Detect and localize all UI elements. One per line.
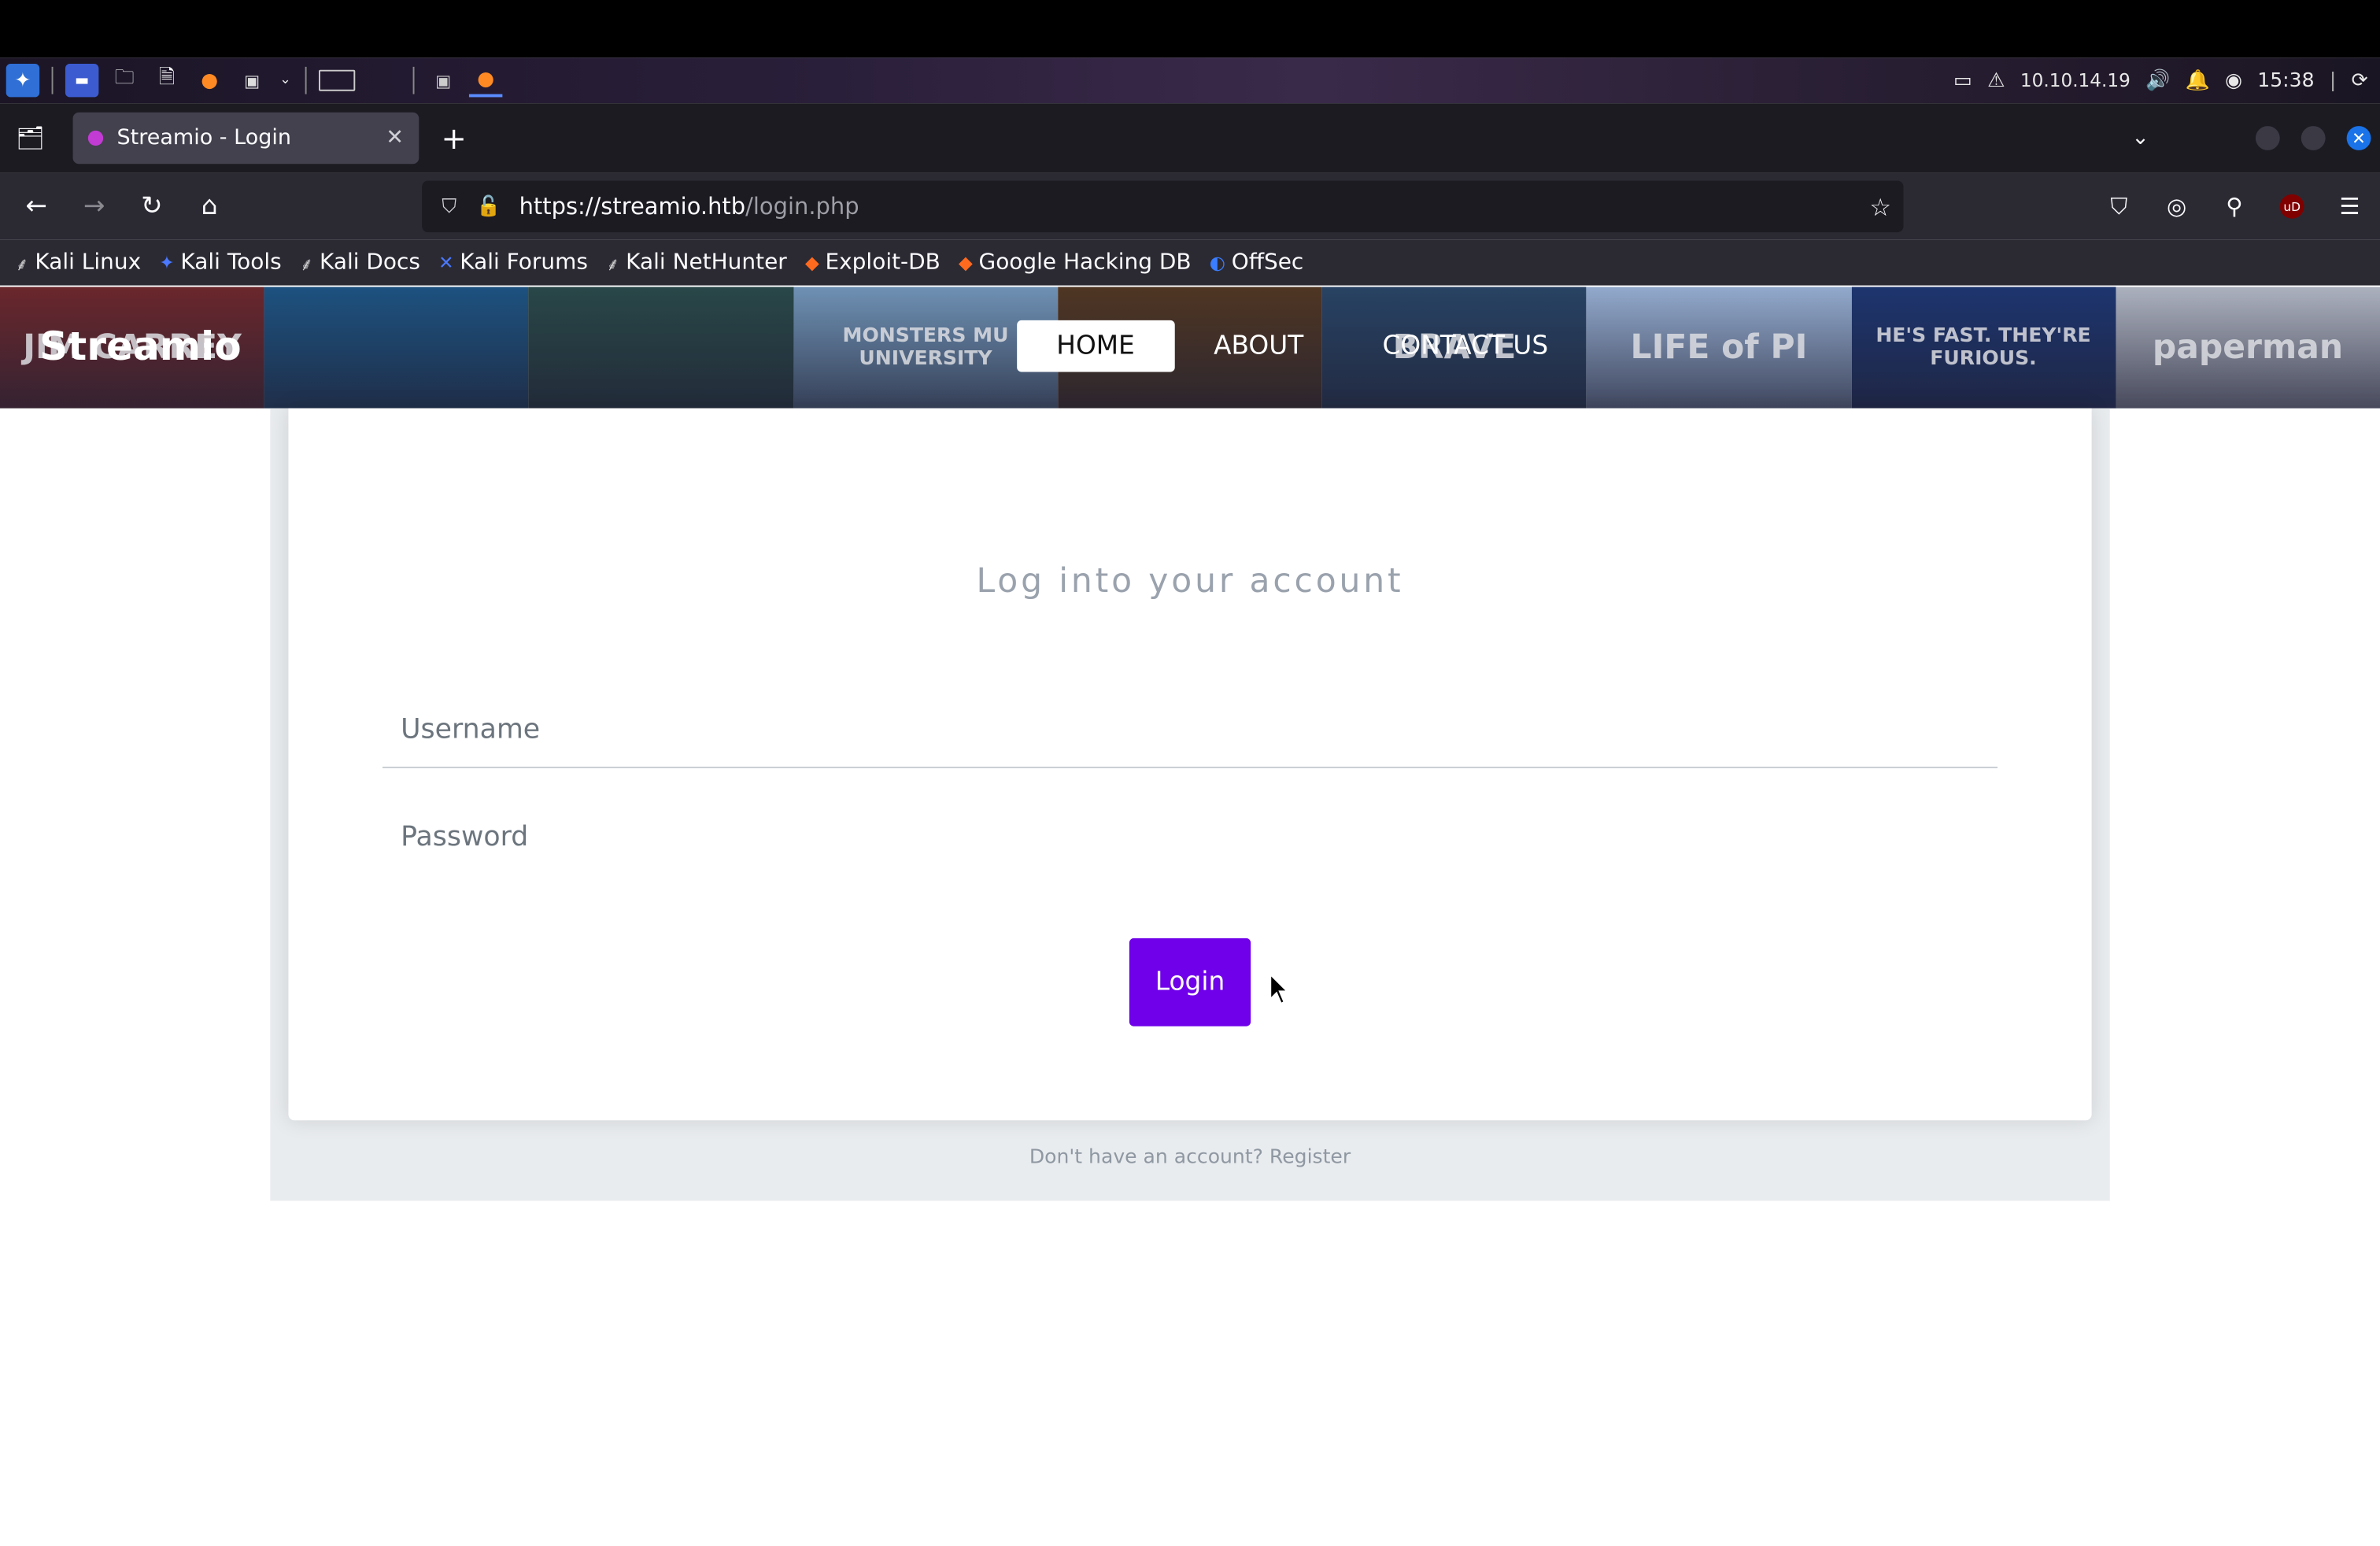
panel-separator [305, 66, 307, 94]
mouse-cursor-icon [1269, 973, 1289, 1005]
site-nav: HOME ABOUT CONTACT US [1017, 320, 1587, 372]
chevron-down-icon[interactable]: ⌄ [278, 64, 293, 97]
pocket-icon[interactable]: ⛉ [2101, 188, 2137, 224]
tracking-protection-icon[interactable]: ⛉ [434, 195, 465, 218]
url-text[interactable]: https://streamio.htb/login.php [519, 193, 859, 220]
bookmark-label: Kali Forums [460, 250, 588, 276]
ip-address: 10.10.14.19 [2020, 69, 2131, 91]
offsec-icon: ◐ [1209, 252, 1225, 274]
streamio-favicon-icon [87, 130, 104, 146]
ublock-origin-icon[interactable]: uD [2274, 188, 2310, 224]
desktop-icon[interactable]: ▬ [65, 64, 99, 98]
tab-strip: 🗂 Streamio - Login ✕ + ⌄ ✕ [0, 103, 2380, 173]
register-prompt[interactable]: Don't have an account? Register [270, 1146, 2109, 1169]
kali-menu-icon[interactable]: ✦ [6, 64, 40, 98]
bookmark-label: Kali Linux [35, 250, 142, 276]
firefox-view-icon[interactable]: 🗂 [0, 103, 61, 173]
workspace-1-icon[interactable] [319, 69, 356, 91]
volume-icon[interactable]: 🔊 [2145, 69, 2170, 92]
username-input[interactable] [382, 692, 1998, 768]
file-manager-icon[interactable]: 🗀 [108, 64, 141, 97]
account-icon[interactable]: ◎ [2158, 188, 2194, 224]
home-button[interactable]: ⌂ [182, 179, 236, 234]
kali-forums-icon: ✕ [438, 252, 454, 274]
tab-title: Streamio - Login [116, 126, 291, 150]
back-button[interactable]: ← [9, 179, 64, 234]
nav-contact-us[interactable]: CONTACT US [1343, 320, 1587, 372]
kali-dragon-icon: ⸙ [299, 253, 314, 275]
kali-dragon-icon: ⸙ [606, 253, 620, 275]
password-input[interactable] [382, 798, 1998, 875]
bookmark-item[interactable]: ◆ Exploit-DB [805, 250, 941, 275]
terminal-window-icon[interactable]: ▣ [427, 64, 460, 97]
kali-tools-icon: ✦ [159, 252, 175, 274]
reload-button[interactable]: ↻ [124, 179, 179, 234]
terminal-icon[interactable]: ▣ [235, 64, 268, 97]
system-panel: ✦ ▬ 🗀 🗎 ● ▣ ⌄ ▣ ● ▭ ⚠ 10.10.14.19 🔊 🔔 ◉ … [0, 57, 2380, 104]
bookmark-item[interactable]: ◐ OffSec [1210, 250, 1304, 275]
bookmark-label: Kali NetHunter [626, 250, 787, 276]
exploit-db-icon: ◆ [804, 252, 819, 274]
bookmark-label: Kali Docs [319, 250, 420, 276]
bookmark-item[interactable]: ✕ Kali Forums [438, 250, 588, 275]
login-card: Log into your account Login [288, 408, 2092, 1121]
bookmark-label: OffSec [1231, 250, 1304, 276]
vpn-icon[interactable]: ⚠ [1987, 69, 2005, 92]
refresh-session-icon[interactable]: ⟳ [2352, 69, 2368, 92]
close-tab-icon[interactable]: ✕ [386, 126, 404, 150]
close-window-button[interactable]: ✕ [2346, 126, 2371, 150]
maximize-window-button[interactable] [2301, 126, 2326, 150]
address-bar[interactable]: ⛉ 🔓 https://streamio.htb/login.php ☆ [422, 180, 1904, 233]
workspace-2-icon[interactable] [364, 64, 401, 97]
login-title: Log into your account [976, 563, 1404, 601]
clock[interactable]: 15:38 [2257, 69, 2314, 92]
site-brand[interactable]: Streamio [39, 287, 242, 409]
forward-button[interactable]: → [67, 179, 121, 234]
nav-home[interactable]: HOME [1017, 320, 1174, 372]
notification-bell-icon[interactable]: 🔔 [2186, 69, 2210, 92]
bookmark-item[interactable]: ⸙ Kali NetHunter [606, 250, 787, 276]
bookmark-label: Exploit-DB [825, 250, 941, 276]
bookmark-item[interactable]: ⸙ Kali Linux [15, 250, 141, 276]
bookmarks-toolbar: ⸙ Kali Linux ✦ Kali Tools ⸙ Kali Docs ✕ Kali Fo… [0, 239, 2380, 286]
firefox-icon[interactable]: ● [193, 64, 226, 97]
hamburger-menu-icon[interactable]: ☰ [2331, 188, 2367, 224]
bookmark-item[interactable]: ◆ Google Hacking DB [959, 250, 1192, 275]
nav-about[interactable]: ABOUT [1174, 320, 1343, 372]
text-editor-icon[interactable]: 🗎 [150, 64, 183, 97]
extensions-icon[interactable]: ⚲ [2216, 188, 2252, 224]
kali-dragon-icon: ⸙ [15, 253, 29, 275]
list-all-tabs-icon[interactable]: ⌄ [2131, 126, 2149, 150]
screen-letterbox [0, 0, 2380, 58]
panel-separator [51, 66, 54, 94]
panel-separator [412, 66, 415, 94]
navigation-toolbar: ← → ↻ ⌂ ⛉ 🔓 https://streamio.htb/login.p… [0, 172, 2380, 240]
tab-streamio-login[interactable]: Streamio - Login ✕ [72, 112, 419, 165]
bookmark-label: Kali Tools [180, 250, 282, 276]
bookmark-item[interactable]: ⸙ Kali Docs [300, 250, 420, 276]
exploit-db-icon: ◆ [959, 252, 973, 274]
new-tab-button[interactable]: + [428, 113, 480, 165]
power-status-icon[interactable]: ◉ [2225, 69, 2242, 92]
bookmark-item[interactable]: ✦ Kali Tools [159, 250, 281, 275]
bookmark-star-icon[interactable]: ☆ [1869, 192, 1891, 221]
insecure-lock-icon[interactable]: 🔓 [474, 195, 504, 218]
url-host: https://streamio.htb [519, 192, 746, 220]
display-icon[interactable]: ▭ [1953, 69, 1972, 92]
minimize-window-button[interactable] [2255, 126, 2280, 150]
firefox-window-icon[interactable]: ● [468, 64, 503, 98]
login-button[interactable]: Login [1129, 938, 1251, 1026]
url-path: /login.php [745, 192, 859, 220]
bookmark-label: Google Hacking DB [978, 250, 1192, 276]
panel-separator: | [2329, 68, 2337, 92]
